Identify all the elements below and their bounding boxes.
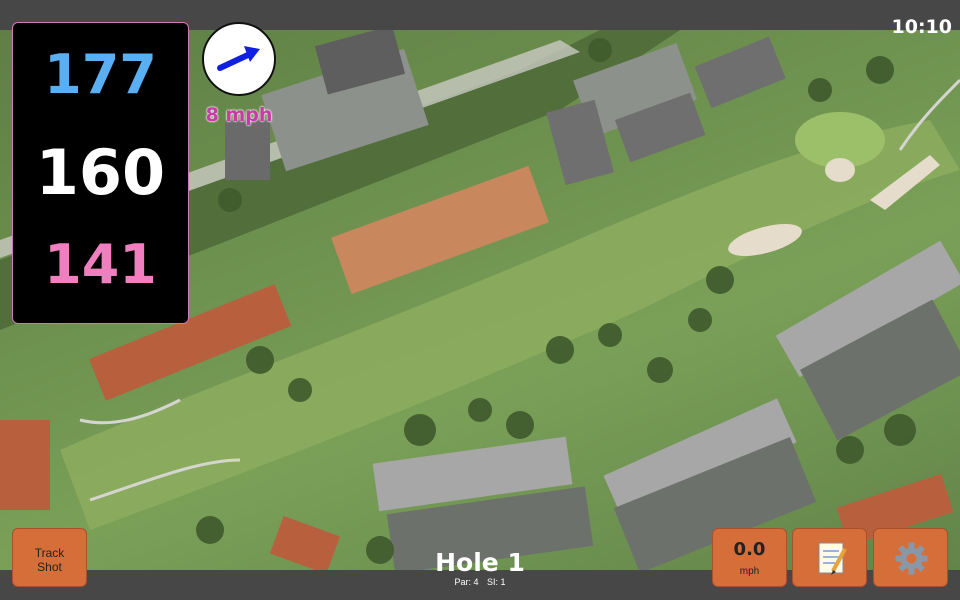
clock: 10:10 bbox=[891, 16, 952, 38]
track-shot-label-line1: Track bbox=[34, 546, 65, 560]
hole-info: Par: 4 SI: 1 bbox=[380, 577, 580, 587]
notepad-icon bbox=[818, 542, 847, 575]
gear-icon bbox=[895, 542, 928, 575]
notes-button[interactable] bbox=[792, 528, 867, 587]
middle-distance: 160 bbox=[35, 136, 166, 209]
distance-panel: 177 160 141 bbox=[12, 22, 189, 324]
track-shot-button[interactable]: Track Shot bbox=[12, 528, 87, 587]
wind-speed-label: 8 mph bbox=[205, 104, 273, 126]
settings-button[interactable] bbox=[873, 528, 948, 587]
speed-button[interactable]: 0.0 mph bbox=[712, 528, 787, 587]
wind-indicator[interactable] bbox=[202, 22, 276, 96]
speed-value: 0.0 bbox=[733, 539, 766, 560]
speed-unit: mph bbox=[739, 566, 760, 577]
wind-arrow-icon bbox=[217, 46, 260, 71]
hole-par: Par: 4 bbox=[454, 577, 479, 587]
front-distance: 141 bbox=[44, 233, 157, 296]
hole-title: Hole 1 bbox=[435, 548, 525, 577]
hole-si: SI: 1 bbox=[487, 577, 506, 587]
track-shot-label-line2: Shot bbox=[37, 560, 62, 574]
back-distance: 177 bbox=[44, 43, 157, 106]
